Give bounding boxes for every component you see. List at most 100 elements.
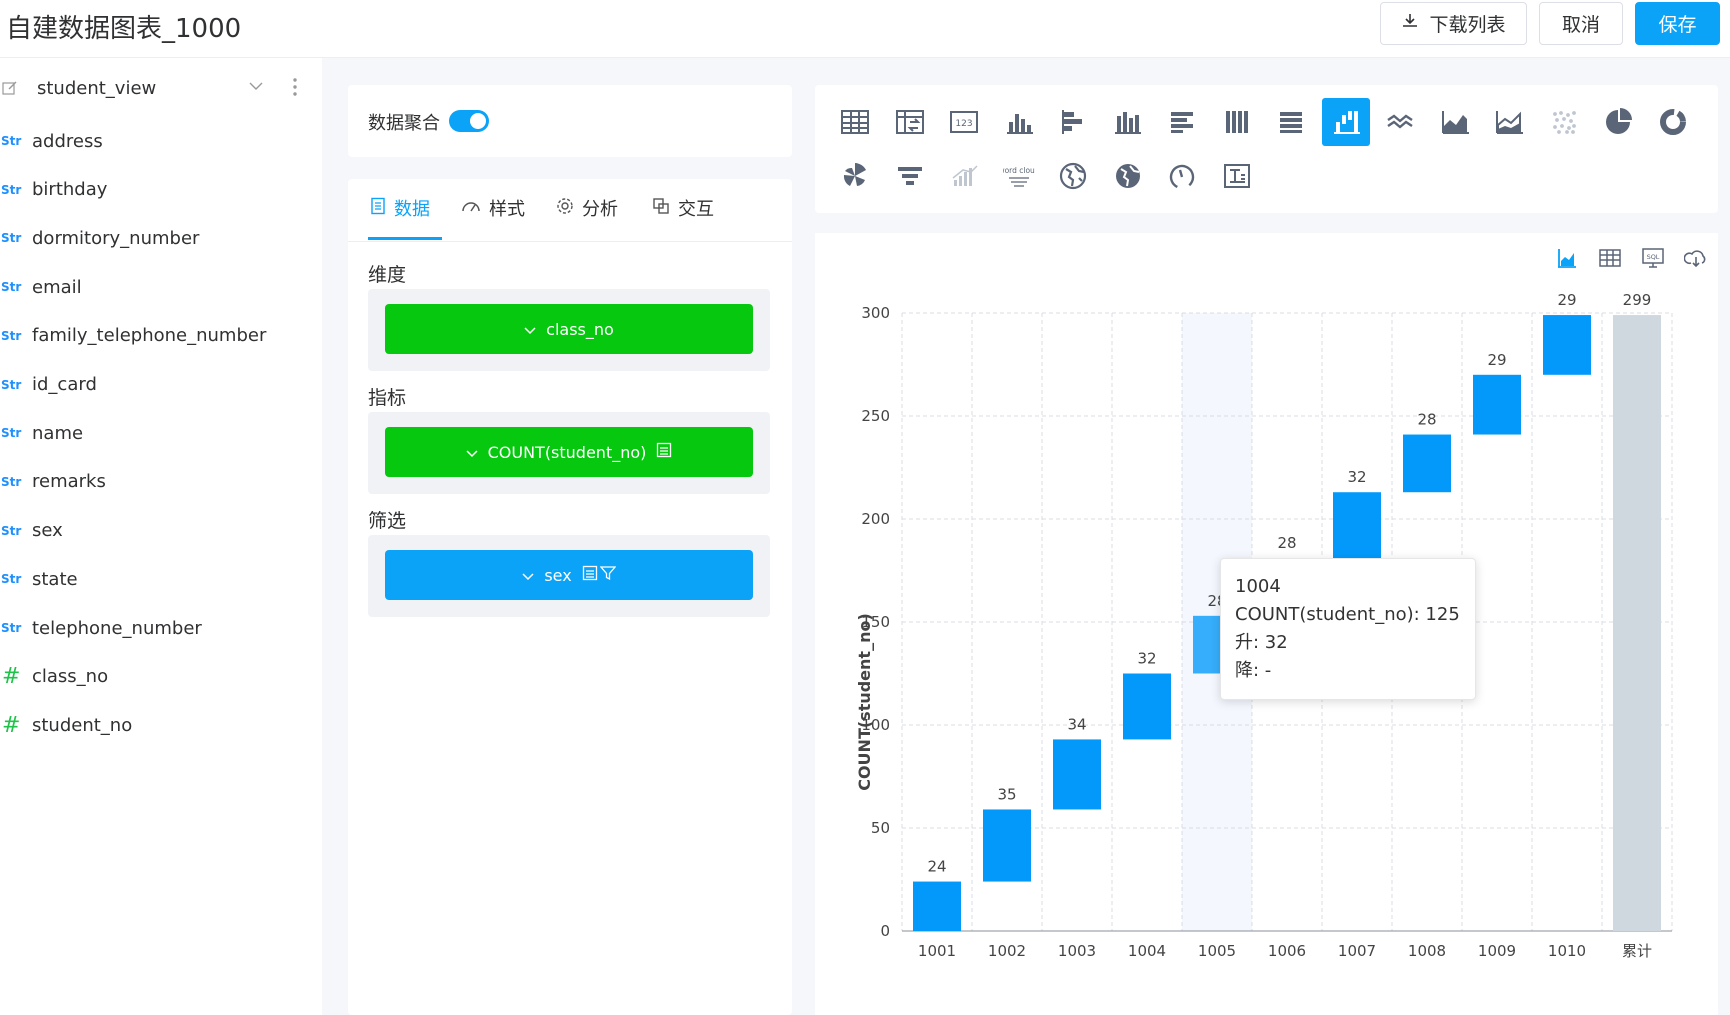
- field-item[interactable]: # class_no: [0, 662, 320, 692]
- tab-divider: [348, 241, 792, 242]
- filter-dropzone[interactable]: sex: [368, 535, 770, 617]
- filter-pill[interactable]: sex: [385, 550, 753, 600]
- style-icon: [461, 197, 481, 220]
- field-item[interactable]: Str email: [0, 272, 320, 302]
- field-name: dormitory_number: [32, 227, 200, 249]
- calendar-icon: [582, 565, 598, 585]
- string-type-icon: Str: [1, 328, 22, 343]
- percent-horizontal-bar-icon[interactable]: [1267, 98, 1315, 146]
- tooltip-decrease: 降: -: [1235, 660, 1272, 681]
- line-chart-icon[interactable]: [1376, 98, 1424, 146]
- chevron-down-icon[interactable]: [248, 78, 264, 98]
- text-card-icon[interactable]: [1213, 152, 1261, 200]
- tab-label: 分析: [582, 199, 618, 220]
- aggregate-panel: 数据聚合: [348, 85, 792, 157]
- table-icon[interactable]: [831, 98, 879, 146]
- download-icon: [1401, 12, 1419, 35]
- scatter-icon[interactable]: [1540, 98, 1588, 146]
- field-name: birthday: [32, 179, 108, 201]
- x-tick-label: 1009: [1478, 942, 1516, 960]
- horizontal-bar-icon[interactable]: [1049, 98, 1097, 146]
- calendar-icon: [656, 442, 672, 462]
- data-label: 299: [1623, 291, 1652, 309]
- view-selector[interactable]: student_view: [0, 72, 322, 108]
- pivot-table-icon[interactable]: [886, 98, 934, 146]
- stacked-horizontal-bar-icon[interactable]: [1158, 98, 1206, 146]
- donut-chart-icon[interactable]: [1649, 98, 1697, 146]
- waterfall-bar: [983, 809, 1031, 882]
- cancel-button[interactable]: 取消: [1539, 2, 1623, 45]
- edit-icon[interactable]: [2, 80, 18, 100]
- area-chart-icon[interactable]: [1431, 98, 1479, 146]
- aggregate-toggle[interactable]: [449, 110, 489, 132]
- stacked-area-icon[interactable]: [1485, 98, 1533, 146]
- page-title: 自建数据图表_1000: [6, 14, 242, 44]
- interaction-icon: [652, 197, 670, 220]
- number-card-icon[interactable]: 123: [940, 98, 988, 146]
- word-cloud-text: word cloud: [1003, 166, 1035, 175]
- analysis-icon: [556, 197, 574, 220]
- field-item[interactable]: Str address: [0, 126, 320, 156]
- gauge-icon[interactable]: [1158, 152, 1206, 200]
- field-name: telephone_number: [32, 617, 202, 639]
- metric-dropzone[interactable]: COUNT(student_no): [368, 412, 770, 494]
- chevron-down-icon[interactable]: [524, 320, 536, 339]
- field-item[interactable]: Str id_card: [0, 370, 320, 400]
- download-list-button[interactable]: 下载列表: [1380, 2, 1527, 45]
- grouped-column-icon[interactable]: [1104, 98, 1152, 146]
- field-item[interactable]: Str sex: [0, 516, 320, 546]
- x-tick-label: 1006: [1268, 942, 1306, 960]
- pie-chart-icon[interactable]: [1594, 98, 1642, 146]
- rose-chart-icon[interactable]: [831, 152, 879, 200]
- string-type-icon: Str: [1, 523, 22, 538]
- tab-analysis[interactable]: 分析: [556, 195, 618, 221]
- map-icon[interactable]: [1049, 152, 1097, 200]
- field-item[interactable]: Str dormitory_number: [0, 223, 320, 253]
- bubble-map-icon[interactable]: [1104, 152, 1152, 200]
- number-type-icon: #: [2, 712, 21, 738]
- field-sidebar: student_view Str address Str birthday Str dor…: [0, 58, 322, 1015]
- funnel-chart-icon[interactable]: [886, 152, 934, 200]
- waterfall-bar: [1123, 673, 1171, 740]
- field-item[interactable]: Str remarks: [0, 467, 320, 497]
- tab-data[interactable]: 数据: [370, 195, 430, 221]
- tooltip-value: COUNT(student_no): 125: [1235, 604, 1460, 625]
- bar-chart-icon[interactable]: [995, 98, 1043, 146]
- waterfall-icon[interactable]: [1321, 98, 1370, 146]
- percent-column-icon[interactable]: [1213, 98, 1261, 146]
- x-tick-label: 累计: [1622, 942, 1652, 960]
- waterfall-bar: [1403, 434, 1451, 493]
- tab-interaction[interactable]: 交互: [652, 195, 714, 221]
- more-vertical-icon[interactable]: [292, 76, 298, 102]
- field-item[interactable]: Str telephone_number: [0, 613, 320, 643]
- field-item[interactable]: # student_no: [0, 710, 320, 740]
- active-tab-indicator: [368, 237, 442, 240]
- chevron-down-icon[interactable]: [522, 566, 534, 585]
- save-button[interactable]: 保存: [1635, 2, 1720, 45]
- dimension-pill[interactable]: class_no: [385, 304, 753, 354]
- field-name: remarks: [32, 471, 106, 493]
- dimension-label: 维度: [368, 264, 407, 286]
- download-list-label: 下载列表: [1429, 14, 1506, 36]
- dimension-dropzone[interactable]: class_no: [368, 289, 770, 371]
- field-name: id_card: [32, 374, 97, 395]
- string-type-icon: Str: [1, 377, 22, 392]
- string-type-icon: Str: [1, 134, 22, 148]
- progress-bar-icon[interactable]: [940, 152, 988, 200]
- field-name: family_telephone_number: [32, 325, 267, 347]
- data-label: 28: [1277, 534, 1296, 552]
- filter-icon[interactable]: [599, 565, 617, 585]
- field-item[interactable]: Str birthday: [0, 175, 320, 205]
- field-item[interactable]: Str family_telephone_number: [0, 321, 320, 351]
- data-label: 28: [1417, 411, 1436, 429]
- x-tick-label: 1003: [1058, 942, 1096, 960]
- tab-style[interactable]: 样式: [461, 195, 525, 221]
- field-item[interactable]: Str name: [0, 418, 320, 448]
- field-name: student_no: [32, 714, 133, 736]
- field-item[interactable]: Str state: [0, 564, 320, 594]
- y-tick-label: 50: [871, 819, 890, 837]
- chevron-down-icon[interactable]: [466, 443, 478, 462]
- word-cloud-icon[interactable]: word cloud: [995, 152, 1043, 200]
- metric-pill[interactable]: COUNT(student_no): [385, 427, 753, 477]
- chart-type-panel: 123 word cloud: [815, 85, 1718, 213]
